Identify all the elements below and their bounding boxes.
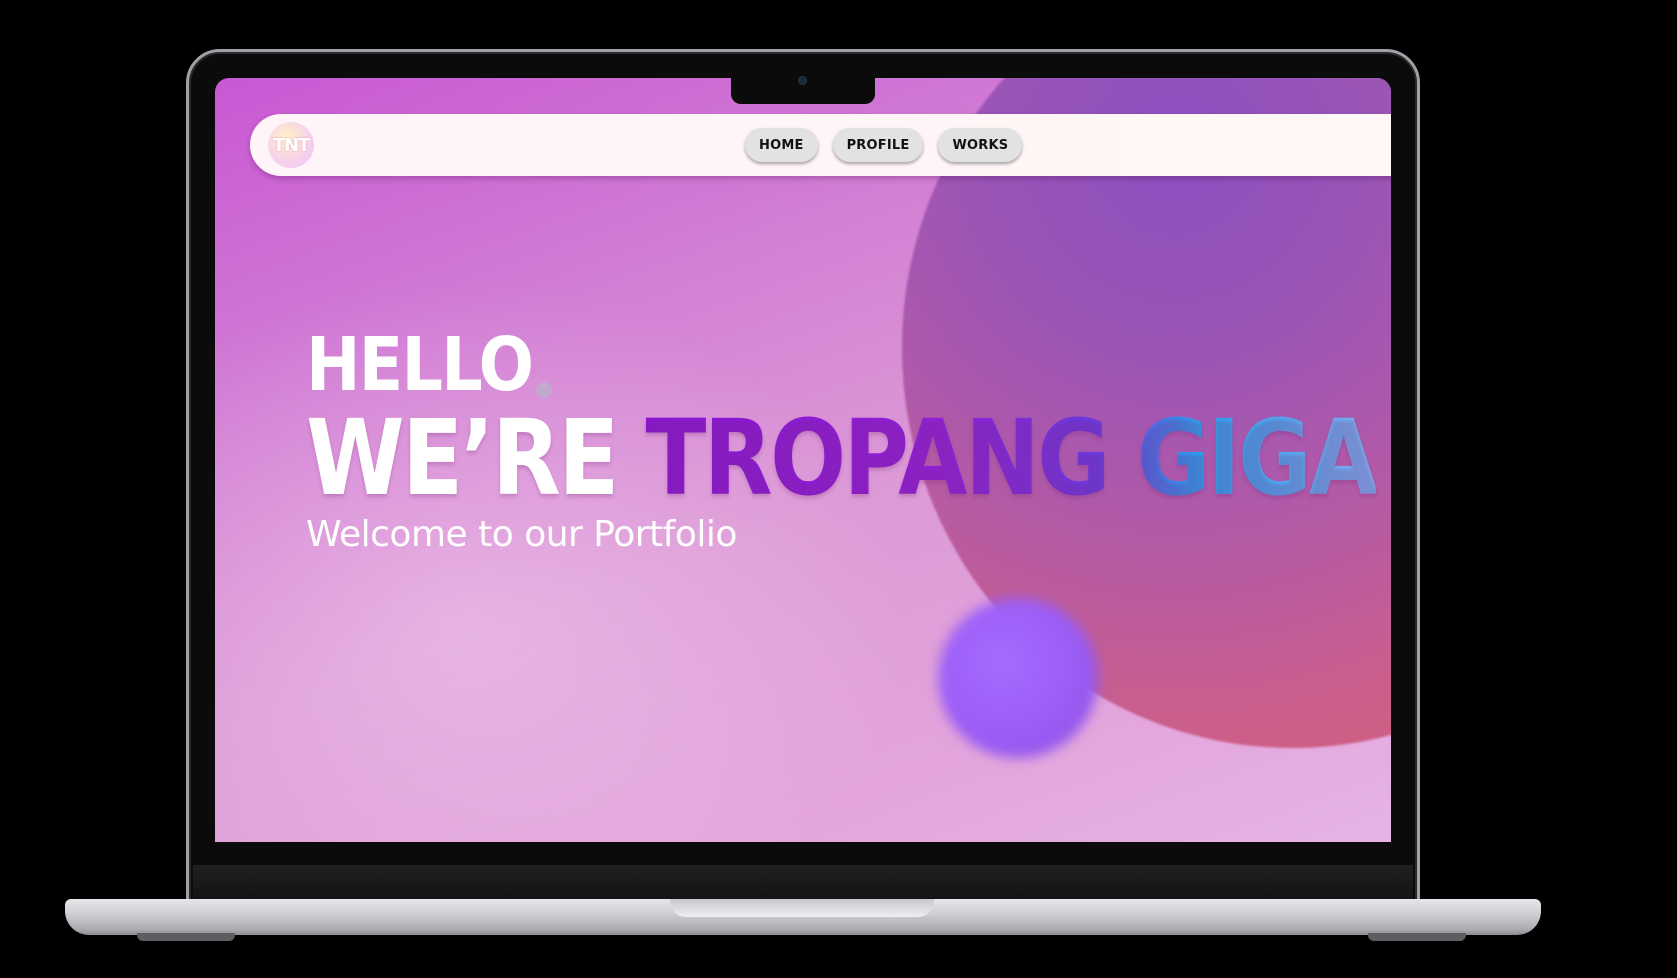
nav-home-button[interactable]: HOME (745, 128, 818, 162)
hero-greeting: HELLO (306, 322, 534, 408)
headline-brand-name: TROPANG GIGA (645, 397, 1378, 519)
small-purple-orb (938, 598, 1098, 758)
website-viewport: TNT HOME PROFILE WORKS HELLO WE’RE TROPA… (215, 78, 1391, 842)
nav-links: HOME PROFILE WORKS (745, 128, 1023, 162)
nav-works-button[interactable]: WORKS (938, 128, 1023, 162)
device-mockup: TNT HOME PROFILE WORKS HELLO WE’RE TROPA… (0, 0, 1677, 978)
site-logo[interactable]: TNT (268, 122, 314, 168)
laptop-foot-left (137, 933, 235, 941)
headline-prefix: WE’RE (306, 397, 619, 519)
laptop-foot-right (1368, 933, 1466, 941)
top-navigation-bar: TNT HOME PROFILE WORKS (250, 114, 1391, 176)
hero-subtitle: Welcome to our Portfolio (306, 514, 737, 555)
greeting-dot (536, 382, 552, 398)
hero-headline: WE’RE TROPANG GIGA (306, 406, 1378, 510)
nav-profile-button[interactable]: PROFILE (832, 128, 924, 162)
laptop-opening-notch (670, 899, 934, 917)
logo-text: TNT (272, 134, 311, 156)
screen-bezel-bottom (193, 865, 1413, 899)
camera-icon (799, 77, 806, 84)
hero-section: HELLO WE’RE TROPANG GIGA Welcome to our … (306, 328, 1391, 555)
